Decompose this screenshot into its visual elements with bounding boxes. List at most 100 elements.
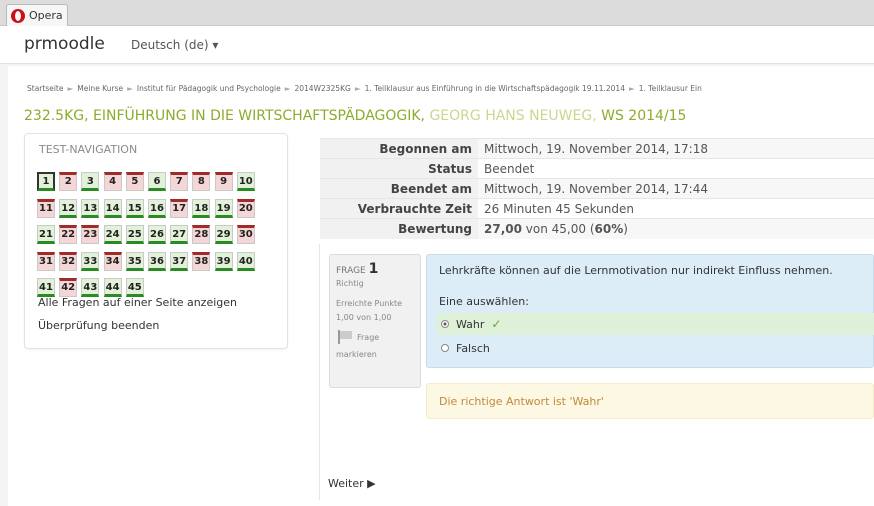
question-nav-button[interactable]: 39 xyxy=(214,251,233,271)
question-nav-button[interactable]: 41 xyxy=(37,278,55,297)
question-label: FRAGE xyxy=(336,266,366,276)
question-nav-button[interactable]: 36 xyxy=(148,251,166,271)
question-nav-button[interactable]: 7 xyxy=(170,172,189,191)
answer-label: Falsch xyxy=(456,341,490,355)
moodle-header: prmoodle Deutsch (de) ▾ xyxy=(0,26,874,64)
question-nav-button[interactable]: 28 xyxy=(192,225,211,244)
question-nav-button[interactable]: 35 xyxy=(125,251,144,271)
question-nav-button[interactable]: 23 xyxy=(81,225,100,244)
radio-selected-icon[interactable] xyxy=(441,320,449,328)
summary-row: Begonnen am Mittwoch, 19. November 2014, … xyxy=(320,138,874,159)
finish-review-link[interactable]: Überprüfung beenden xyxy=(38,319,159,332)
course-title-main: 232.5KG, EINFÜHRUNG IN DIE WIRTSCHAFTSPÄ… xyxy=(24,108,425,124)
flag-label: Frage xyxy=(357,332,380,342)
question-nav-button[interactable]: 14 xyxy=(103,198,122,218)
answer-label: Wahr xyxy=(456,317,485,331)
question-content: Lehrkräfte können auf die Lernmotivation… xyxy=(426,254,874,368)
attempt-summary-table: Begonnen am Mittwoch, 19. November 2014, … xyxy=(320,138,874,239)
summary-label: Beendet am xyxy=(320,178,478,199)
question-nav-button[interactable]: 21 xyxy=(37,225,55,244)
question-number-value: 1 xyxy=(368,261,379,277)
question-nav-button[interactable]: 5 xyxy=(125,172,144,191)
radio-icon[interactable] xyxy=(441,344,449,352)
question-nav-button[interactable]: 6 xyxy=(148,172,166,191)
breadcrumb-item[interactable]: Meine Kurse xyxy=(77,84,123,93)
question-nav-button[interactable]: 12 xyxy=(59,198,78,218)
question-nav-button[interactable]: 37 xyxy=(170,251,189,271)
flag-question-button[interactable]: Frage xyxy=(336,330,414,344)
question-nav-button[interactable]: 26 xyxy=(148,225,166,244)
question-nav-button[interactable]: 3 xyxy=(81,172,100,191)
points-value: 1,00 von 1,00 xyxy=(336,313,392,322)
answer-option[interactable]: Wahr ✓ xyxy=(437,313,874,335)
summary-value: 26 Minuten 45 Sekunden xyxy=(478,198,874,219)
summary-row: Beendet am Mittwoch, 19. November 2014, 1… xyxy=(320,178,874,199)
grade-end: ) xyxy=(623,221,628,236)
question-nav-button[interactable]: 16 xyxy=(148,198,166,218)
summary-value: Beendet xyxy=(478,158,874,179)
answer-option[interactable]: Falsch xyxy=(437,337,874,359)
breadcrumb-separator-icon: ► xyxy=(127,84,133,93)
question-number: FRAGE 1 xyxy=(336,261,414,277)
breadcrumb-item[interactable]: 1. Teilklausur Ein xyxy=(639,84,702,93)
question-info: FRAGE 1 Richtig Erreichte Punkte 1,00 vo… xyxy=(329,254,421,388)
question-nav-button[interactable]: 1 xyxy=(37,172,55,191)
question-nav-button[interactable]: 44 xyxy=(103,278,122,297)
question-nav-button[interactable]: 25 xyxy=(125,225,144,244)
question-nav-button[interactable]: 13 xyxy=(81,198,100,218)
question-nav-button[interactable]: 2 xyxy=(59,172,78,191)
question-nav-button[interactable]: 15 xyxy=(125,198,144,218)
question-nav-button[interactable]: 17 xyxy=(170,198,189,218)
question-nav-button[interactable]: 27 xyxy=(170,225,189,244)
breadcrumb-item[interactable]: Institut für Pädagogik und Psychologie xyxy=(137,84,281,93)
question-nav-button[interactable]: 9 xyxy=(214,172,233,191)
answer-prompt: Eine auswählen: xyxy=(439,295,529,308)
feedback-box: Die richtige Antwort ist 'Wahr' xyxy=(426,383,874,419)
breadcrumb: Startseite ► Meine Kurse ► Institut für Päda… xyxy=(27,84,872,93)
question-nav-button[interactable]: 10 xyxy=(236,172,255,191)
flag-label-2: markieren xyxy=(336,350,377,359)
question-nav-button[interactable]: 22 xyxy=(59,225,78,244)
summary-row: Bewertung 27,00 von 45,00 (60%) xyxy=(320,218,874,239)
question-nav-button[interactable]: 29 xyxy=(214,225,233,244)
question-nav-button[interactable]: 38 xyxy=(192,251,211,271)
question-state: Richtig xyxy=(336,279,364,288)
test-navigation-title: TEST-NAVIGATION xyxy=(39,143,138,156)
breadcrumb-separator-icon: ► xyxy=(354,84,361,93)
question-nav-button[interactable]: 4 xyxy=(103,172,122,191)
browser-tab[interactable]: Opera xyxy=(6,4,68,26)
question-nav-button[interactable]: 19 xyxy=(214,198,233,218)
breadcrumb-separator-icon: ► xyxy=(284,84,291,93)
question-nav-button[interactable]: 40 xyxy=(236,251,255,271)
breadcrumb-item[interactable]: Startseite xyxy=(27,84,63,93)
question-nav-button[interactable]: 18 xyxy=(192,198,211,218)
tab-label: Opera xyxy=(29,9,63,22)
show-all-link[interactable]: Alle Fragen auf einer Seite anzeigen xyxy=(38,296,237,309)
site-brand[interactable]: prmoodle xyxy=(24,34,105,54)
course-title: 232.5KG, EINFÜHRUNG IN DIE WIRTSCHAFTSPÄ… xyxy=(24,108,686,124)
question-nav-button[interactable]: 8 xyxy=(192,172,211,191)
question-nav-button[interactable]: 11 xyxy=(37,198,55,218)
question-nav-button[interactable]: 42 xyxy=(59,278,78,297)
question-nav-button[interactable]: 45 xyxy=(125,278,144,297)
summary-label: Verbrauchte Zeit xyxy=(320,198,478,219)
flag-icon xyxy=(336,330,354,344)
summary-row: Verbrauchte Zeit 26 Minuten 45 Sekunden xyxy=(320,198,874,219)
question-nav-button[interactable]: 34 xyxy=(103,251,122,271)
question-nav-button[interactable]: 24 xyxy=(103,225,122,244)
breadcrumb-item[interactable]: 2014W2325KG xyxy=(294,84,350,93)
summary-label: Status xyxy=(320,158,478,179)
browser-tabbar: Opera xyxy=(0,0,874,26)
breadcrumb-item[interactable]: 1. Teilklausur aus Einführung in die Wir… xyxy=(365,84,625,93)
breadcrumb-separator-icon: ► xyxy=(67,84,74,93)
question-nav-button[interactable]: 20 xyxy=(236,198,255,218)
language-menu[interactable]: Deutsch (de) ▾ xyxy=(131,38,218,52)
question-nav-button[interactable]: 43 xyxy=(81,278,100,297)
question-nav-button[interactable]: 31 xyxy=(37,251,55,271)
question-nav-button[interactable]: 33 xyxy=(81,251,100,271)
question-text: Lehrkräfte können auf die Lernmotivation… xyxy=(439,264,833,277)
question-nav-button[interactable]: 32 xyxy=(59,251,78,271)
question-nav-button[interactable]: 30 xyxy=(236,225,255,244)
next-link[interactable]: Weiter ▶ xyxy=(328,477,376,490)
grade-score: 27,00 xyxy=(484,221,522,236)
